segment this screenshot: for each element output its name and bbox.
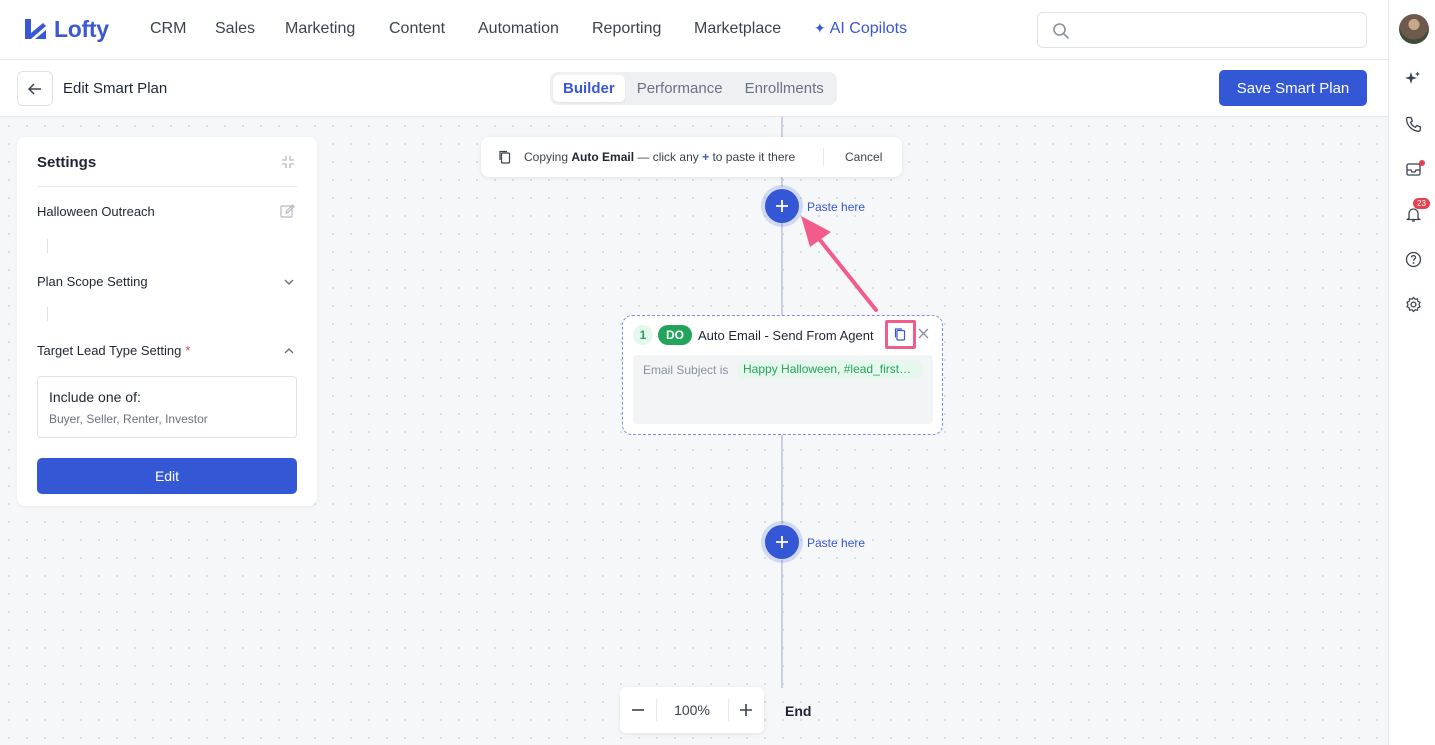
save-smart-plan-button[interactable]: Save Smart Plan: [1219, 70, 1367, 106]
flow-connector: [781, 560, 783, 688]
plan-scope-row[interactable]: Plan Scope Setting: [37, 274, 297, 289]
nav-ai-label: AI Copilots: [829, 20, 908, 37]
zoom-control: 100%: [620, 687, 764, 733]
zoom-level: 100%: [674, 702, 710, 718]
tab-performance[interactable]: Performance: [627, 75, 733, 102]
sub-header: Edit Smart Plan Builder Performance Enro…: [0, 60, 1388, 117]
copy-middle: — click any: [637, 150, 699, 164]
copy-suffix: to paste it there: [712, 150, 796, 164]
subject-value-chip: Happy Halloween, #lead_first_name#: [737, 360, 923, 379]
ai-sparkle-icon[interactable]: [1403, 69, 1423, 89]
edit-button[interactable]: Edit: [37, 458, 297, 494]
divider: [656, 699, 657, 721]
nav-ai-copilots[interactable]: ✦ AI Copilots: [814, 20, 907, 38]
end-label: End: [785, 703, 812, 719]
row-connector: [47, 307, 48, 321]
include-values: Buyer, Seller, Renter, Investor: [49, 412, 208, 426]
close-icon[interactable]: [917, 327, 930, 340]
gear-icon[interactable]: [1403, 294, 1423, 314]
zoom-in-button[interactable]: [736, 700, 756, 720]
inbox-unread-dot: [1419, 160, 1425, 166]
top-nav: Lofty CRM Sales Marketing Content Automa…: [0, 0, 1388, 60]
include-title: Include one of:: [49, 389, 141, 405]
lofty-logo-icon: [25, 18, 46, 39]
divider: [728, 699, 729, 721]
nav-sales[interactable]: Sales: [215, 20, 255, 38]
nav-reporting[interactable]: Reporting: [592, 20, 661, 38]
lofty-logo[interactable]: Lofty: [22, 16, 109, 43]
plus-icon: [740, 704, 752, 716]
step-details: Email Subject is Happy Halloween, #lead_…: [633, 355, 933, 424]
nav-automation[interactable]: Automation: [478, 20, 559, 38]
paste-here-button[interactable]: [765, 525, 799, 559]
auto-email-step[interactable]: 1 DO Auto Email - Send From Agent Email …: [622, 315, 943, 435]
copied-item: Auto Email: [571, 150, 635, 164]
copy-icon: [894, 328, 906, 341]
nav-marketplace[interactable]: Marketplace: [694, 20, 781, 38]
copy-step-button[interactable]: [885, 320, 916, 349]
chevron-down-icon[interactable]: [283, 276, 295, 288]
divider: [37, 186, 297, 187]
view-tabs: Builder Performance Enrollments: [550, 72, 837, 105]
plan-scope-label: Plan Scope Setting: [37, 274, 148, 289]
collapse-icon[interactable]: [281, 155, 295, 169]
tab-enrollments[interactable]: Enrollments: [735, 75, 834, 102]
divider: [823, 148, 824, 166]
plus-icon: [776, 536, 788, 548]
copy-icon: [499, 150, 511, 164]
lead-type-summary: Include one of: Buyer, Seller, Renter, I…: [37, 376, 297, 438]
step-type-badge: DO: [658, 325, 692, 345]
plus-glyph: +: [702, 150, 710, 164]
settings-panel: Settings Halloween Outreach Plan Scope S…: [17, 137, 317, 506]
flow-connector: [781, 223, 783, 315]
row-connector: [47, 239, 48, 253]
help-icon[interactable]: [1403, 249, 1423, 269]
paste-here-label[interactable]: Paste here: [807, 200, 865, 214]
chevron-up-icon[interactable]: [283, 345, 295, 357]
settings-title: Settings: [37, 154, 97, 171]
nav-content[interactable]: Content: [389, 20, 445, 38]
back-button[interactable]: [17, 71, 53, 106]
subject-label: Email Subject is: [643, 363, 729, 377]
cancel-copy-button[interactable]: Cancel: [845, 150, 882, 164]
copy-toast: Copying Auto Email — click any + to past…: [481, 137, 902, 177]
arrow-left-icon: [28, 82, 41, 95]
page-title: Edit Smart Plan: [63, 80, 168, 97]
builder-canvas[interactable]: Settings Halloween Outreach Plan Scope S…: [0, 117, 1388, 745]
search-icon: [1053, 23, 1069, 39]
step-number: 1: [633, 325, 653, 345]
zoom-out-button[interactable]: [628, 700, 648, 720]
plan-name: Halloween Outreach: [37, 204, 155, 219]
tab-builder[interactable]: Builder: [553, 75, 625, 102]
right-rail: 23: [1388, 0, 1435, 745]
copy-prefix: Copying: [524, 150, 569, 164]
target-lead-type-label: Target Lead Type Setting: [37, 343, 182, 358]
search-input[interactable]: [1037, 12, 1367, 48]
phone-icon[interactable]: [1403, 114, 1423, 134]
plan-name-row: Halloween Outreach: [37, 204, 297, 219]
avatar[interactable]: [1399, 14, 1429, 44]
target-lead-type-row[interactable]: Target Lead Type Setting *: [37, 343, 297, 358]
copy-message: Copying Auto Email — click any + to past…: [524, 150, 795, 164]
required-marker: *: [185, 343, 191, 358]
edit-icon[interactable]: [280, 204, 295, 219]
brand-name: Lofty: [54, 16, 109, 42]
flow-connector: [781, 435, 783, 524]
nav-crm[interactable]: CRM: [150, 20, 186, 38]
nav-marketing[interactable]: Marketing: [285, 20, 355, 38]
step-title: Auto Email - Send From Agent: [698, 328, 874, 343]
paste-here-button[interactable]: [765, 189, 799, 223]
sparkle-icon: ✦: [814, 20, 826, 36]
plus-icon: [776, 200, 788, 212]
paste-here-label[interactable]: Paste here: [807, 536, 865, 550]
minus-icon: [632, 709, 644, 711]
notification-badge: 23: [1413, 198, 1430, 209]
